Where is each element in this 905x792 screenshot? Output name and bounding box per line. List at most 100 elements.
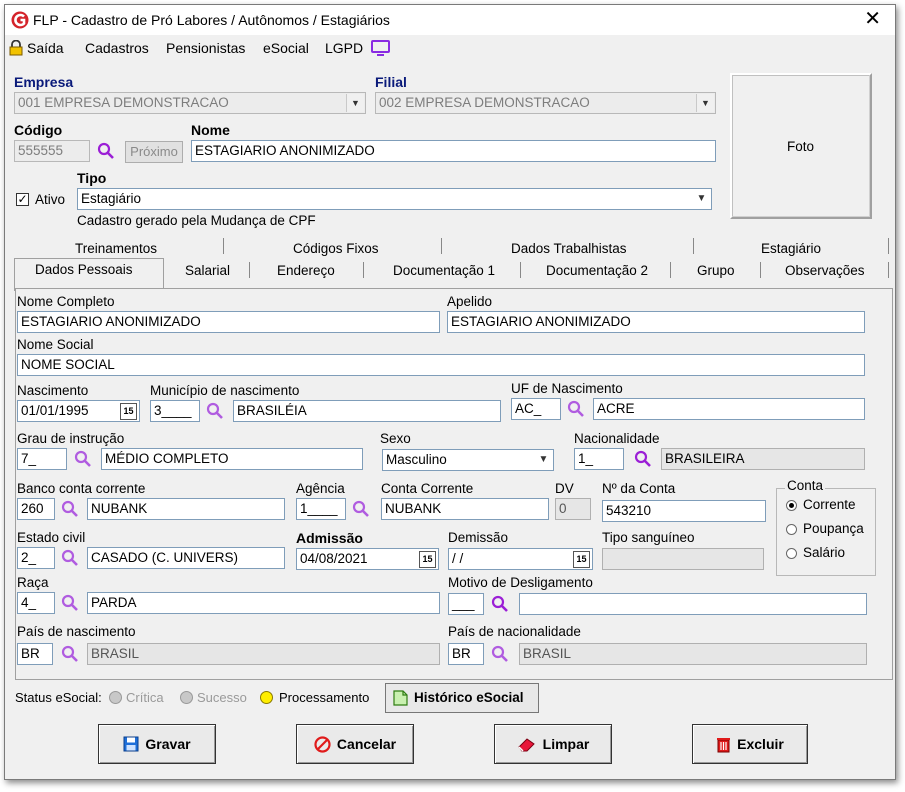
cancelar-button[interactable]: Cancelar [296, 724, 414, 764]
nome-label: Nome [191, 122, 230, 138]
radio-poupanca[interactable] [786, 524, 797, 535]
admissao-field[interactable]: 04/08/2021 15 [296, 548, 439, 570]
nascimento-field[interactable]: 01/01/1995 15 [17, 400, 140, 422]
historico-esocial-button[interactable]: Histórico eSocial [385, 683, 539, 713]
calendar-icon[interactable]: 15 [120, 403, 137, 420]
menu-esocial[interactable]: eSocial [263, 40, 309, 56]
calendar-icon[interactable]: 15 [419, 551, 436, 568]
demissao-field[interactable]: / / 15 [448, 548, 593, 570]
tab-treinamentos[interactable]: Treinamentos [75, 241, 157, 256]
menu-pensionistas[interactable]: Pensionistas [166, 40, 245, 56]
tab-separator [520, 262, 521, 278]
search-icon[interactable] [491, 645, 509, 663]
uf-code-field[interactable]: AC_ [511, 398, 561, 420]
excluir-button[interactable]: Excluir [692, 724, 808, 764]
tab-endereco[interactable]: Endereço [277, 263, 335, 278]
tipo-select[interactable]: Estagiário ▼ [77, 188, 712, 210]
empresa-label: Empresa [14, 74, 74, 90]
menu-lgpd[interactable]: LGPD [325, 40, 363, 56]
search-icon[interactable] [61, 549, 79, 567]
radio-corrente[interactable] [786, 500, 797, 511]
search-icon[interactable] [567, 400, 585, 418]
chevron-down-icon[interactable]: ▼ [346, 94, 364, 112]
close-icon[interactable]: ✕ [864, 8, 881, 30]
motivo-code-field[interactable]: ___ [448, 593, 484, 615]
menu-cadastros[interactable]: Cadastros [85, 40, 149, 56]
tab-separator [249, 262, 250, 278]
conta-corrente-field[interactable]: NUBANK [381, 498, 549, 520]
apelido-label: Apelido [447, 294, 493, 309]
status-esocial-label: Status eSocial: [15, 690, 102, 705]
nacionalidade-code-field[interactable]: 1_ [574, 448, 624, 470]
status-critica-label: Crítica [126, 690, 164, 705]
nome-completo-field[interactable]: ESTAGIARIO ANONIMIZADO [17, 311, 440, 333]
menu-exit[interactable]: Saída [27, 40, 64, 56]
cpf-note: Cadastro gerado pela Mudança de CPF [77, 213, 316, 228]
search-icon[interactable] [61, 645, 79, 663]
municipio-code-field[interactable]: 3____ [150, 400, 200, 422]
search-icon[interactable] [74, 450, 92, 468]
apelido-field[interactable]: ESTAGIARIO ANONIMIZADO [447, 311, 865, 333]
pais-nasc-code-field[interactable]: BR [17, 643, 53, 665]
chevron-down-icon[interactable]: ▼ [535, 451, 552, 469]
codigo-field[interactable]: 555555 [14, 140, 90, 162]
photo-frame[interactable]: Foto [730, 73, 872, 219]
nome-social-field[interactable]: NOME SOCIAL [17, 354, 865, 376]
filial-label: Filial [375, 74, 407, 90]
search-icon[interactable] [97, 142, 115, 160]
search-icon[interactable] [634, 450, 652, 468]
tab-salarial[interactable]: Salarial [185, 263, 230, 278]
estado-civil-name-field[interactable]: CASADO (C. UNIVERS) [87, 547, 285, 569]
raca-code-field[interactable]: 4_ [17, 592, 55, 614]
uf-name-field[interactable]: ACRE [593, 398, 865, 420]
calendar-icon[interactable]: 15 [573, 551, 590, 568]
tab-dados-trabalhistas[interactable]: Dados Trabalhistas [511, 241, 627, 256]
chevron-down-icon[interactable]: ▼ [693, 190, 710, 208]
sexo-select[interactable]: Masculino ▼ [382, 449, 554, 471]
search-icon[interactable] [491, 595, 509, 613]
pais-nasc-label: País de nascimento [17, 624, 136, 639]
search-icon[interactable] [352, 500, 370, 518]
chevron-down-icon[interactable]: ▼ [696, 94, 714, 112]
nome-field[interactable]: ESTAGIARIO ANONIMIZADO [191, 140, 716, 162]
search-icon[interactable] [61, 500, 79, 518]
estado-civil-code-field[interactable]: 2_ [17, 547, 55, 569]
ativo-label: Ativo [35, 192, 66, 207]
limpar-button[interactable]: Limpar [494, 724, 612, 764]
uf-label: UF de Nascimento [511, 381, 623, 396]
raca-name-field[interactable]: PARDA [87, 592, 440, 614]
search-icon[interactable] [61, 594, 79, 612]
demissao-value: / / [452, 551, 464, 566]
pais-nac-code-field[interactable]: BR [448, 643, 484, 665]
agencia-field[interactable]: 1____ [296, 498, 346, 520]
tab-dados-pessoais[interactable]: Dados Pessoais [35, 262, 133, 277]
ativo-checkbox[interactable]: ✓ [16, 193, 29, 206]
motivo-name-field[interactable] [519, 593, 867, 615]
banco-name-field[interactable]: NUBANK [87, 498, 285, 520]
tab-grupo[interactable]: Grupo [697, 263, 735, 278]
municipio-name-field[interactable]: BRASILÉIA [233, 400, 501, 422]
proximo-button[interactable]: Próximo [125, 141, 183, 163]
empresa-select[interactable]: 001 EMPRESA DEMONSTRACAO ▼ [14, 92, 366, 114]
filial-select[interactable]: 002 EMPRESA DEMONSTRACAO ▼ [375, 92, 716, 114]
radio-corrente-label: Corrente [803, 497, 856, 512]
conta-group-label: Conta [785, 478, 826, 493]
grau-code-field[interactable]: 7_ [17, 448, 67, 470]
excluir-label: Excluir [737, 736, 784, 752]
numero-conta-field[interactable]: 543210 [602, 500, 766, 522]
tab-documentacao-1[interactable]: Documentação 1 [393, 263, 495, 278]
nascimento-label: Nascimento [17, 383, 89, 398]
tab-estagiario[interactable]: Estagiário [761, 241, 821, 256]
tab-observacoes[interactable]: Observações [785, 263, 865, 278]
app-logo-icon [11, 11, 29, 29]
search-icon[interactable] [206, 402, 224, 420]
monitor-icon[interactable] [371, 40, 390, 57]
save-icon [123, 736, 139, 752]
grau-name-field[interactable]: MÉDIO COMPLETO [101, 448, 363, 470]
gravar-button[interactable]: Gravar [98, 724, 216, 764]
tipo-sanguineo-field [602, 548, 764, 570]
radio-salario[interactable] [786, 548, 797, 559]
tab-documentacao-2[interactable]: Documentação 2 [546, 263, 648, 278]
banco-code-field[interactable]: 260 [17, 498, 55, 520]
tab-codigos-fixos[interactable]: Códigos Fixos [293, 241, 379, 256]
